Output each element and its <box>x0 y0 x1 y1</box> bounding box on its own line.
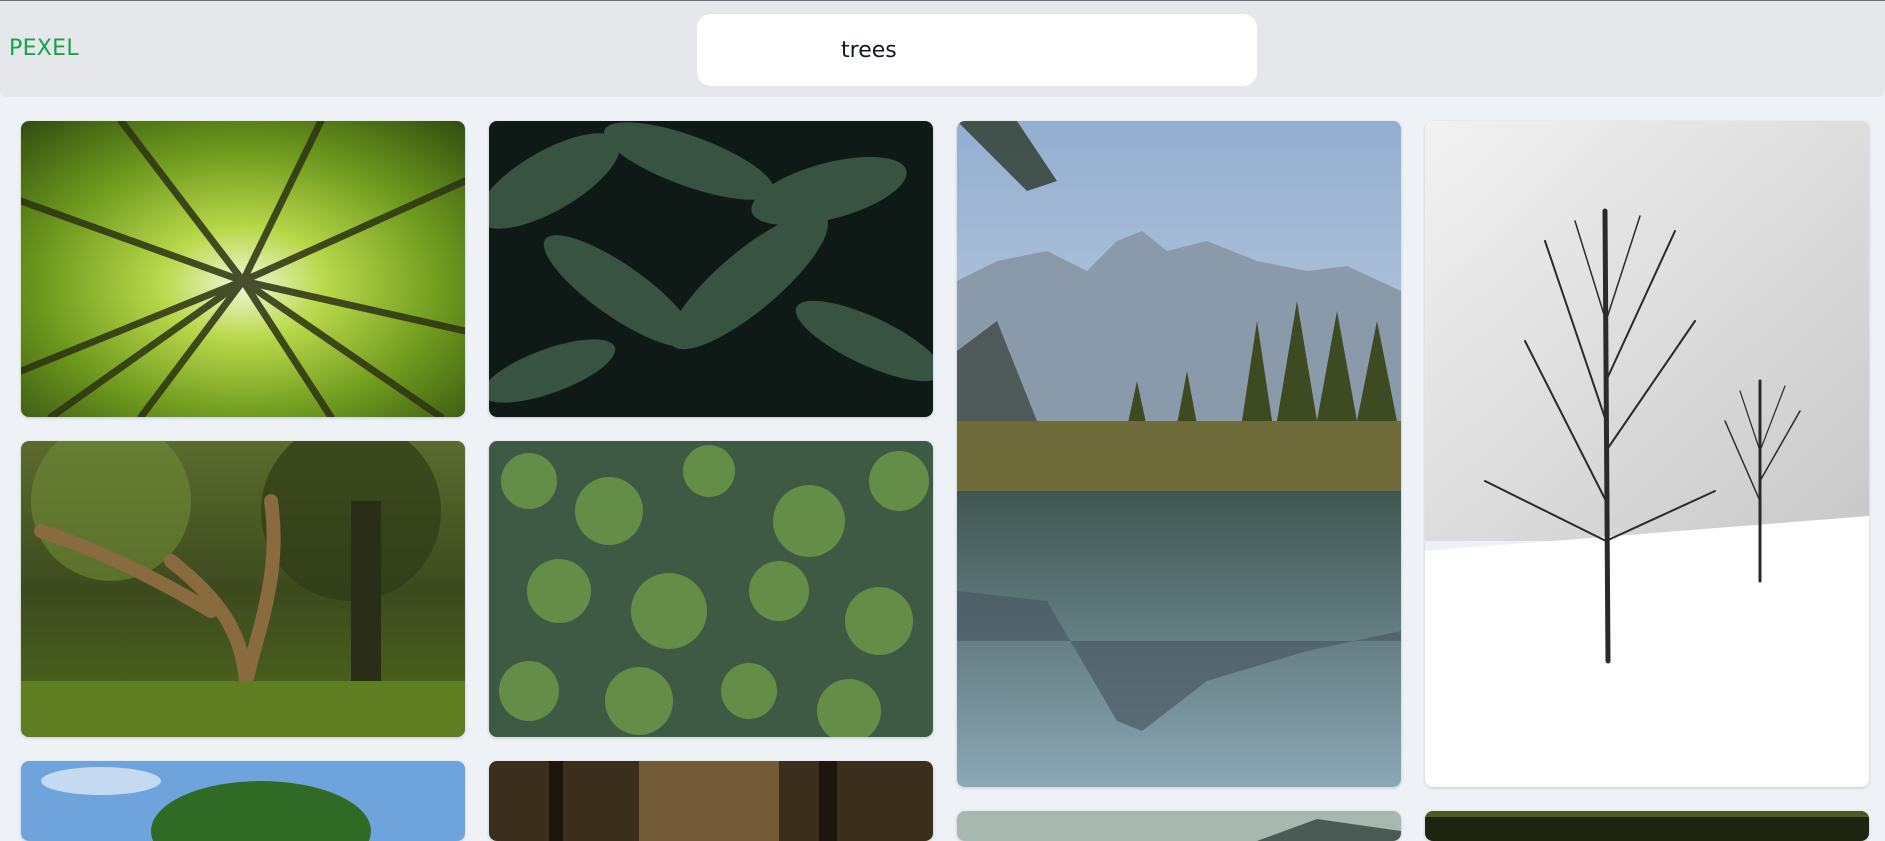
photo-green-canopy <box>21 121 465 417</box>
top-bar: PEXEL <box>0 0 1885 97</box>
photo-card[interactable] <box>489 121 933 417</box>
photo-aerial-forest <box>489 441 933 737</box>
photo-palm-fronds <box>489 121 933 417</box>
photo-bare-trees-snow <box>1425 121 1869 787</box>
photo-card[interactable] <box>1425 121 1869 787</box>
photo-card[interactable] <box>21 441 465 737</box>
photo-card[interactable] <box>21 121 465 417</box>
photo-mountain-lake <box>957 121 1401 787</box>
photo-card[interactable] <box>957 811 1401 841</box>
photo-sunlit-forest <box>489 761 933 841</box>
logo[interactable]: PEXEL <box>9 36 79 61</box>
photo-tree-blue-sky <box>21 761 465 841</box>
photo-card[interactable] <box>957 121 1401 787</box>
photo-card[interactable] <box>1425 811 1869 841</box>
search-box[interactable] <box>697 14 1257 86</box>
photo-misty-mountains <box>957 811 1401 841</box>
search-input[interactable] <box>697 14 1257 86</box>
photo-card[interactable] <box>21 761 465 841</box>
photo-card[interactable] <box>489 441 933 737</box>
photo-card[interactable] <box>489 761 933 841</box>
photo-old-tree <box>21 441 465 737</box>
photo-dark-forest <box>1425 811 1869 841</box>
